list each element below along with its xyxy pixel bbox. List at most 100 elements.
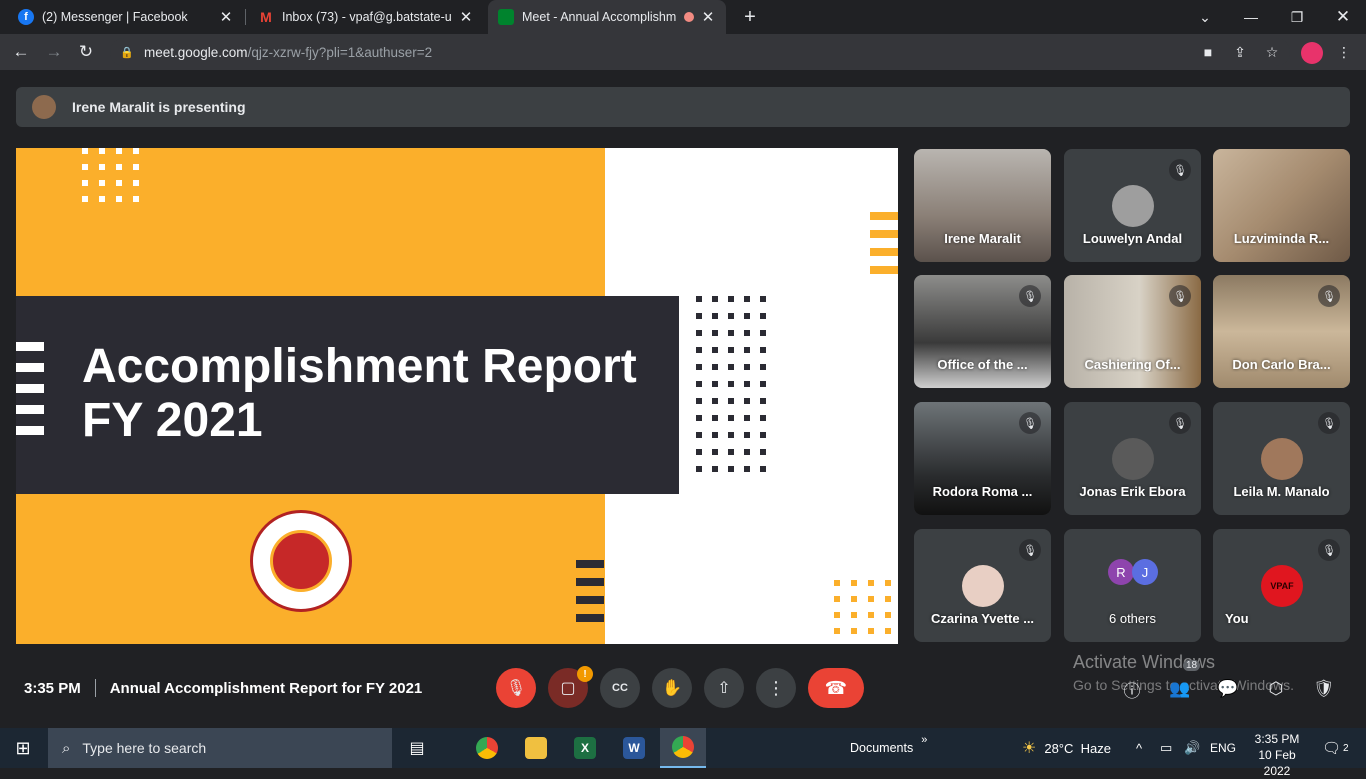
notification-center-button[interactable]: 🗨 2: [1322, 728, 1349, 768]
camera-icon[interactable]: ■: [1199, 43, 1217, 61]
taskbar-clock[interactable]: 3:35 PM 10 Feb 2022: [1244, 731, 1310, 779]
bookmark-star-icon[interactable]: ☆: [1263, 43, 1281, 61]
notification-icon: 🗨: [1322, 740, 1342, 757]
taskbar-excel[interactable]: X: [562, 728, 608, 768]
weather-widget[interactable]: ☀ 28°C Haze: [1022, 728, 1111, 768]
participant-avatar: [1112, 185, 1154, 227]
others-tile[interactable]: R J 6 others: [1064, 529, 1201, 642]
windows-logo-icon: ⊞: [15, 737, 31, 758]
present-now-button[interactable]: ⇧: [704, 668, 744, 708]
participant-tile[interactable]: 🎙 Don Carlo Bra...: [1213, 275, 1350, 388]
browser-tab-strip: f (2) Messenger | Facebook ✕ M Inbox (73…: [0, 0, 1366, 34]
participant-name: Cashiering Of...: [1084, 357, 1181, 372]
network-icon[interactable]: ▭: [1160, 728, 1172, 768]
reload-button[interactable]: ↻: [73, 40, 99, 64]
raise-hand-button[interactable]: ✋: [652, 668, 692, 708]
participant-tile[interactable]: 🎙 Jonas Erik Ebora: [1064, 402, 1201, 515]
meeting-info: 3:35 PM Annual Accomplishment Report for…: [24, 679, 422, 697]
participant-name: Leila M. Manalo: [1233, 484, 1330, 499]
search-icon: ⌕: [62, 739, 71, 757]
tab-messenger[interactable]: f (2) Messenger | Facebook ✕: [8, 0, 244, 34]
mic-off-icon: 🎙: [1318, 412, 1340, 434]
participant-tile[interactable]: 🎙 Rodora Roma ...: [914, 402, 1051, 515]
tab-divider: [245, 9, 246, 25]
people-icon[interactable]: 👥: [1168, 677, 1192, 701]
slide-dot-pattern-orange: [834, 580, 891, 634]
participant-tile[interactable]: 🎙 Czarina Yvette ...: [914, 529, 1051, 642]
url-host: meet.google.com: [144, 44, 248, 60]
divider: [94, 679, 96, 697]
tray-overflow-button[interactable]: ^: [1136, 728, 1142, 768]
new-tab-button[interactable]: +: [738, 5, 762, 29]
tab-meet[interactable]: Meet - Annual Accomplishm ✕: [488, 0, 726, 34]
tab-gmail[interactable]: M Inbox (73) - vpaf@g.batstate-u.e ✕: [248, 0, 484, 34]
taskbar-file-explorer[interactable]: [513, 728, 559, 768]
slide-dot-pattern: [82, 148, 139, 202]
back-button[interactable]: ←: [8, 40, 34, 64]
taskbar-chrome-active[interactable]: [660, 728, 706, 768]
lock-icon: 🔒: [120, 46, 134, 59]
participant-avatar: [1261, 438, 1303, 480]
start-button[interactable]: ⊞: [0, 728, 46, 768]
taskbar-word[interactable]: W: [611, 728, 657, 768]
forward-button[interactable]: →: [41, 40, 67, 64]
slide-title-line1: Accomplishment Report: [82, 340, 637, 393]
participant-tile[interactable]: Irene Maralit: [914, 149, 1051, 262]
close-tab-icon[interactable]: ✕: [218, 8, 234, 26]
participant-name: Jonas Erik Ebora: [1079, 484, 1186, 499]
search-placeholder: Type here to search: [82, 740, 207, 756]
tab-search-icon[interactable]: ⌄: [1182, 0, 1228, 34]
participant-name: You: [1225, 611, 1249, 626]
participant-tile[interactable]: 🎙 Louwelyn Andal: [1064, 149, 1201, 262]
minimize-button[interactable]: —: [1228, 0, 1274, 34]
documents-toolbar[interactable]: Documents »: [850, 728, 927, 768]
meeting-details-icon[interactable]: ⓘ: [1120, 677, 1144, 701]
leave-call-button[interactable]: ☎: [808, 668, 864, 708]
participant-tile[interactable]: 🎙 Leila M. Manalo: [1213, 402, 1350, 515]
clock-date: 10 Feb 2022: [1258, 748, 1296, 778]
language-indicator[interactable]: ENG: [1210, 728, 1236, 768]
mic-off-icon: 🎙: [1318, 285, 1340, 307]
facebook-icon: f: [18, 9, 34, 25]
participant-name: Luzviminda R...: [1233, 231, 1330, 246]
mic-off-icon: 🎙: [1169, 412, 1191, 434]
participant-tile[interactable]: Luzviminda R...: [1213, 149, 1350, 262]
close-tab-icon[interactable]: ✕: [458, 8, 474, 26]
activities-icon[interactable]: ⬡: [1264, 677, 1288, 701]
mic-off-icon: 🎙: [1019, 285, 1041, 307]
participant-count-badge: 18: [1183, 660, 1201, 671]
folder-icon: [525, 737, 547, 759]
mic-off-icon: 🎙: [1169, 159, 1191, 181]
clock-time: 3:35 PM: [1254, 732, 1300, 746]
mic-off-icon: 🎙: [1019, 539, 1041, 561]
share-icon[interactable]: ⇪: [1231, 43, 1249, 61]
chat-icon[interactable]: 💬: [1216, 677, 1240, 701]
address-bar[interactable]: 🔒 meet.google.com /qjz-xzrw-fjy?pli=1&au…: [110, 38, 1290, 66]
restore-button[interactable]: ❐: [1274, 0, 1320, 34]
task-view-icon: ▤: [409, 740, 425, 757]
volume-icon[interactable]: 🔊: [1184, 728, 1200, 768]
others-avatar: R: [1108, 559, 1134, 585]
close-tab-icon[interactable]: ✕: [700, 8, 716, 26]
meeting-title: Annual Accomplishment Report for FY 2021: [109, 679, 423, 697]
host-controls-icon[interactable]: 🛡: [1312, 677, 1336, 701]
mic-off-button[interactable]: 🎙: [496, 668, 536, 708]
mic-off-icon: 🎙: [1019, 412, 1041, 434]
weather-haze-icon: ☀: [1022, 740, 1037, 757]
menu-kebab-icon[interactable]: ⋮: [1335, 43, 1353, 61]
notification-count: 2: [1343, 742, 1349, 754]
gmail-icon: M: [260, 9, 272, 25]
participant-tile[interactable]: 🎙 Cashiering Of...: [1064, 275, 1201, 388]
close-window-button[interactable]: ✕: [1320, 0, 1366, 34]
taskbar-chrome[interactable]: [464, 728, 510, 768]
documents-label: Documents: [850, 741, 914, 755]
more-options-button[interactable]: ⋮: [756, 668, 796, 708]
participant-tile[interactable]: 🎙 Office of the ...: [914, 275, 1051, 388]
taskbar-search-box[interactable]: ⌕ Type here to search: [48, 728, 392, 768]
self-tile[interactable]: 🎙 VPAF You: [1213, 529, 1350, 642]
word-icon: W: [623, 737, 645, 759]
tab-title: (2) Messenger | Facebook: [42, 10, 188, 24]
task-view-button[interactable]: ▤: [394, 728, 440, 768]
captions-button[interactable]: CC: [600, 668, 640, 708]
profile-avatar[interactable]: [1301, 42, 1323, 64]
